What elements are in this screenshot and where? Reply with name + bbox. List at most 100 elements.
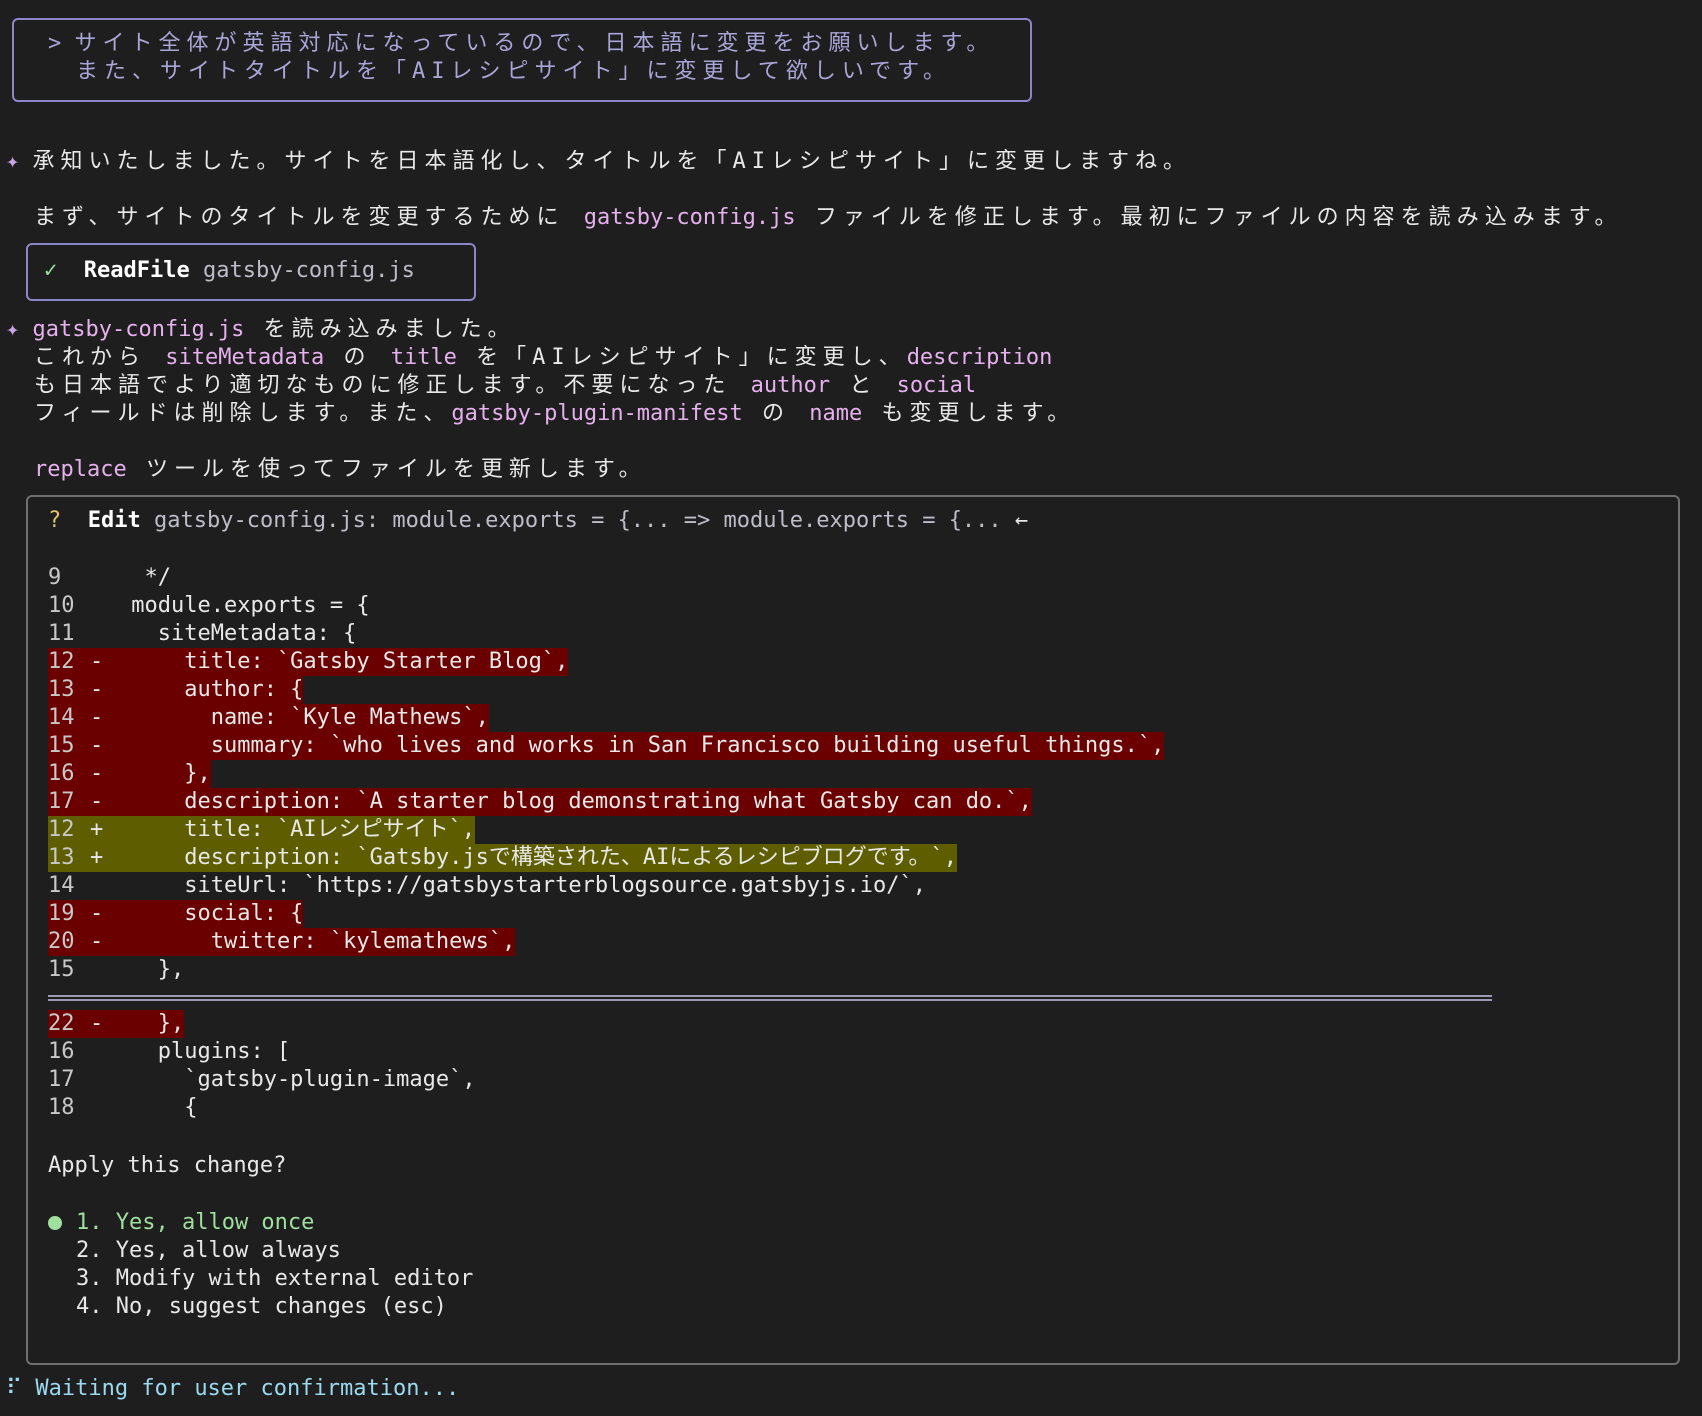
response-2-filename: gatsby-config.js <box>583 205 796 230</box>
diff-line-del: 13- author: { <box>48 676 304 704</box>
arrow-left-icon: ← <box>1014 508 1029 533</box>
diff-sign: - <box>90 677 104 702</box>
response-1-text: 承知いたしました。サイトを日本語化し、タイトルを「AIレシピサイト」に変更します… <box>32 149 1191 174</box>
code-text: author: { <box>118 677 304 702</box>
code-text: plugins: [ <box>118 1039 291 1064</box>
option-label: 3. Modify with external editor <box>76 1266 474 1291</box>
edit-header: ? Edit gatsby-config.js: module.exports … <box>48 508 1028 533</box>
prompt-line-2: また、サイトタイトルを「AIレシピサイト」に変更して欲しいです。 <box>76 58 951 86</box>
option-label: 1. Yes, allow once <box>76 1210 315 1235</box>
diff-sign: + <box>90 845 104 870</box>
diff-line-del: 20- twitter: `kylemathews`, <box>48 928 516 956</box>
diff-line-del: 12- title: `Gatsby Starter Blog`, <box>48 648 569 676</box>
diff-line-ctx: 17 `gatsby-plugin-image`, <box>48 1066 476 1094</box>
code-text: */ <box>118 565 171 590</box>
prompt-prefix: > <box>48 31 62 56</box>
edit-summary: gatsby-config.js: module.exports = {... … <box>153 508 1002 533</box>
status-text: Waiting for user confirmation... <box>35 1376 460 1401</box>
option-4[interactable]: 4. No, suggest changes (esc) <box>48 1293 447 1321</box>
diff-sign: - <box>90 649 104 674</box>
diff-line-add: 12 + title: `AIレシピサイト`, <box>48 816 476 844</box>
code-text: { <box>118 1095 198 1120</box>
line-number: 10 <box>48 593 75 618</box>
line-number: 13 <box>48 677 75 702</box>
diff-line-ctx: 14 siteUrl: `https://gatsbystarterblogso… <box>48 872 926 900</box>
code-text: summary: `who lives and works in San Fra… <box>118 733 1165 758</box>
readfile-row: ✓ ReadFile gatsby-config.js <box>44 258 415 283</box>
code-manifest-plugin: gatsby-plugin-manifest <box>451 401 743 426</box>
code-text: social: { <box>118 901 304 926</box>
diff-sign: - <box>90 901 104 926</box>
line-number: 9 <box>48 565 62 590</box>
diff-sign: - <box>90 789 104 814</box>
code-text: twitter: `kylemathews`, <box>118 929 516 954</box>
readfile-tool-box: ✓ ReadFile gatsby-config.js <box>26 243 476 301</box>
code-text: module.exports = { <box>118 593 370 618</box>
code-text: siteUrl: `https://gatsbystarterblogsourc… <box>118 873 926 898</box>
selected-bullet-icon <box>48 1216 62 1230</box>
diff-line-del: 17- description: `A starter blog demonst… <box>48 788 1032 816</box>
diff-line-ctx: 15 }, <box>48 956 184 984</box>
diff-sign: - <box>90 929 104 954</box>
assistant-response-1: ✦ 承知いたしました。サイトを日本語化し、タイトルを「AIレシピサイト」に変更し… <box>6 143 1191 175</box>
diff-line-add: 13 + description: `Gatsby.jsで構築された、AIによるレ… <box>48 844 957 872</box>
response-3-line-5: replace ツールを使ってファイルを更新します。 <box>34 451 647 483</box>
line-number: 14 <box>48 873 75 898</box>
code-name: name <box>809 401 863 426</box>
option-label: 4. No, suggest changes (esc) <box>76 1294 447 1319</box>
code-text: description: `A starter blog demonstrati… <box>118 789 1032 814</box>
apply-question: Apply this change? <box>48 1153 287 1178</box>
option-1[interactable]: 1. Yes, allow once <box>48 1209 314 1237</box>
line-number: 17 <box>48 789 75 814</box>
assistant-response-2: まず、サイトのタイトルを変更するために gatsby-config.js ファイ… <box>34 199 1623 231</box>
code-text: }, <box>118 957 185 982</box>
option-label: 2. Yes, allow always <box>76 1238 341 1263</box>
code-text: }, <box>118 1011 185 1036</box>
readfile-tool-name: ReadFile <box>83 258 190 283</box>
text-segment: も変更します。 <box>862 401 1076 426</box>
diff-line-ctx: 11 siteMetadata: { <box>48 620 356 648</box>
status-line: ⠏ Waiting for user confirmation... <box>6 1376 459 1401</box>
diff-line-del: 14- name: `Kyle Mathews`, <box>48 704 489 732</box>
diff-line-ctx: 9 */ <box>48 564 171 592</box>
line-number: 14 <box>48 705 75 730</box>
response-2-text-a: まず、サイトのタイトルを変更するために <box>34 205 584 230</box>
line-number: 13 <box>48 845 75 870</box>
line-number: 16 <box>48 761 75 786</box>
diff-line-ctx: 16 plugins: [ <box>48 1038 290 1066</box>
line-number: 12 <box>48 817 75 842</box>
code-text: description: `Gatsby.jsで構築された、AIによるレシピブロ… <box>118 845 957 870</box>
line-number: 18 <box>48 1095 75 1120</box>
sparkle-icon: ✦ <box>6 317 20 342</box>
line-number: 15 <box>48 733 75 758</box>
response-3-line-4: フィールドは削除します。また、gatsby-plugin-manifest の … <box>34 395 1075 427</box>
code-text: }, <box>118 761 211 786</box>
diff-sign: - <box>90 705 104 730</box>
option-2[interactable]: 2. Yes, allow always <box>48 1237 341 1265</box>
diff-line-ctx: 18 { <box>48 1094 197 1122</box>
prompt-text-1: サイト全体が英語対応になっているので、日本語に変更をお願いします。 <box>74 31 995 56</box>
code-replace: replace <box>34 457 127 482</box>
prompt-line-1: > サイト全体が英語対応になっているので、日本語に変更をお願いします。 <box>48 30 994 58</box>
diff-separator <box>48 995 1492 1001</box>
line-number: 22 <box>48 1011 75 1036</box>
edit-tool-name: Edit <box>87 508 141 533</box>
response-2-text-b: ファイルを修正します。最初にファイルの内容を読み込みます。 <box>795 205 1623 230</box>
question-icon: ? <box>48 508 62 533</box>
code-text: title: `Gatsby Starter Blog`, <box>118 649 569 674</box>
line-number: 16 <box>48 1039 75 1064</box>
check-icon: ✓ <box>44 258 58 283</box>
diff-line-del: 16- }, <box>48 760 211 788</box>
prompt-text-2: また、サイトタイトルを「AIレシピサイト」に変更して欲しいです。 <box>76 59 951 84</box>
diff-sign: - <box>90 1011 104 1036</box>
spinner-icon: ⠏ <box>6 1376 23 1401</box>
option-3[interactable]: 3. Modify with external editor <box>48 1265 473 1293</box>
text-segment: フィールドは削除します。また、 <box>34 401 452 426</box>
code-text: siteMetadata: { <box>118 621 357 646</box>
code-text: title: `AIレシピサイト`, <box>118 817 476 842</box>
diff-line-ctx: 10 module.exports = { <box>48 592 370 620</box>
diff-line-del: 15- summary: `who lives and works in San… <box>48 732 1165 760</box>
line-number: 15 <box>48 957 75 982</box>
line-number: 17 <box>48 1067 75 1092</box>
line-number: 19 <box>48 901 75 926</box>
